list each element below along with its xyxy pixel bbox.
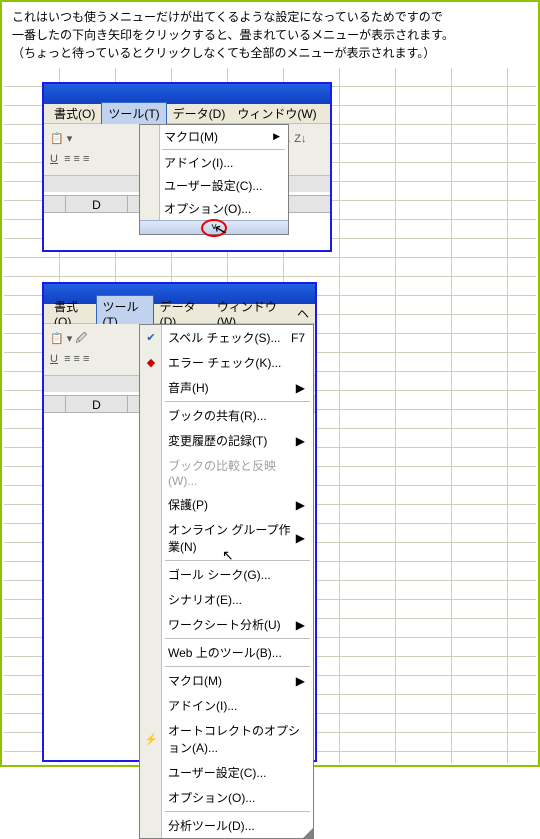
menu-item-options[interactable]: オプション(O)... (140, 197, 288, 220)
menu-item-addin[interactable]: アドイン(I)... (140, 693, 313, 718)
toolbar-icon[interactable]: 📋 ▾ (50, 133, 72, 145)
toolbar-icon-underline[interactable]: U (50, 353, 58, 365)
col-d: D (66, 396, 128, 412)
submenu-arrow-icon: ▶ (296, 674, 305, 688)
intro-text: これはいつも使うメニューだけが出てくるような設定になっているためですので 一番し… (2, 2, 538, 70)
menu-format[interactable]: 書式(O) (48, 103, 101, 124)
menubar: 書式(O) ツール(T) データ(D) ウィンドウ(W) ヘ (44, 304, 315, 324)
figure-collapsed-menu: 書式(O) ツール(T) データ(D) ウィンドウ(W) 📋 ▾ A↓ Z↓ U… (42, 82, 332, 252)
tools-menu-expanded: ✔ スペル チェック(S)...F7 ◆ エラー チェック(K)... 音声(H… (139, 324, 314, 839)
menu-item-analysistool[interactable]: 分析ツール(D)... (140, 813, 313, 838)
menu-window[interactable]: ウィンドウ(W) (231, 103, 322, 124)
error-icon: ◆ (143, 355, 159, 371)
submenu-arrow-icon: ▶ (296, 531, 305, 545)
menu-item-addin[interactable]: アドイン(I)... (140, 151, 288, 174)
menu-item-speech[interactable]: 音声(H)▶ (140, 375, 313, 400)
submenu-arrow-icon: ▶ (296, 498, 305, 512)
menu-item-autocorrect[interactable]: ⚡ オートコレクトのオプション(A)... (140, 718, 313, 760)
menu-item-wsanalysis[interactable]: ワークシート分析(U)▶ (140, 612, 313, 637)
menu-tools[interactable]: ツール(T) (101, 102, 166, 125)
menu-help[interactable]: ヘ (291, 303, 315, 324)
menu-item-errorcheck[interactable]: ◆ エラー チェック(K)... (140, 350, 313, 375)
menu-item-userset[interactable]: ユーザー設定(C)... (140, 174, 288, 197)
toolbar-icon-align[interactable]: ≡ ≡ ≡ (64, 153, 89, 165)
submenu-arrow-icon: ▶ (296, 618, 305, 632)
spellcheck-icon: ✔ (143, 330, 159, 346)
tools-menu-collapsed: マクロ(M)▶ アドイン(I)... ユーザー設定(C)... オプション(O)… (139, 124, 289, 235)
window-titlebar (44, 84, 330, 104)
menu-item-spellcheck[interactable]: ✔ スペル チェック(S)...F7 (140, 325, 313, 350)
menu-item-macro[interactable]: マクロ(M)▶ (140, 668, 313, 693)
figure-expanded-menu: 書式(O) ツール(T) データ(D) ウィンドウ(W) ヘ 📋 ▾ 🖉 U ≡… (42, 282, 317, 762)
autocorrect-icon: ⚡ (143, 731, 159, 747)
menu-data[interactable]: データ(D) (167, 103, 232, 124)
toolbar-icon-underline[interactable]: U (50, 153, 58, 165)
menu-item-online[interactable]: オンライン グループ作業(N)▶ (140, 517, 313, 559)
menu-item-scenario[interactable]: シナリオ(E)... (140, 587, 313, 612)
menu-item-goalseek[interactable]: ゴール シーク(G)... (140, 562, 313, 587)
submenu-arrow-icon: ▶ (273, 131, 280, 142)
menu-item-userset[interactable]: ユーザー設定(C)... (140, 760, 313, 785)
toolbar-icon-align[interactable]: ≡ ≡ ≡ (64, 353, 89, 365)
resize-grip-icon (303, 828, 313, 838)
toolbar-icon[interactable]: 📋 ▾ 🖉 (50, 333, 87, 345)
menu-item-track[interactable]: 変更履歴の記録(T)▶ ↖ (140, 428, 313, 453)
menu-item-protect[interactable]: 保護(P)▶ (140, 492, 313, 517)
col-d: D (66, 196, 128, 212)
submenu-arrow-icon: ▶ (296, 381, 305, 395)
menu-item-compare: ブックの比較と反映(W)... (140, 453, 313, 492)
menu-item-options[interactable]: オプション(O)... (140, 785, 313, 810)
menu-item-webtool[interactable]: Web 上のツール(B)... (140, 640, 313, 665)
submenu-arrow-icon: ▶ (296, 434, 305, 448)
menubar: 書式(O) ツール(T) データ(D) ウィンドウ(W) (44, 104, 330, 124)
menu-item-macro[interactable]: マクロ(M)▶ (140, 125, 288, 148)
menu-item-share[interactable]: ブックの共有(R)... (140, 403, 313, 428)
